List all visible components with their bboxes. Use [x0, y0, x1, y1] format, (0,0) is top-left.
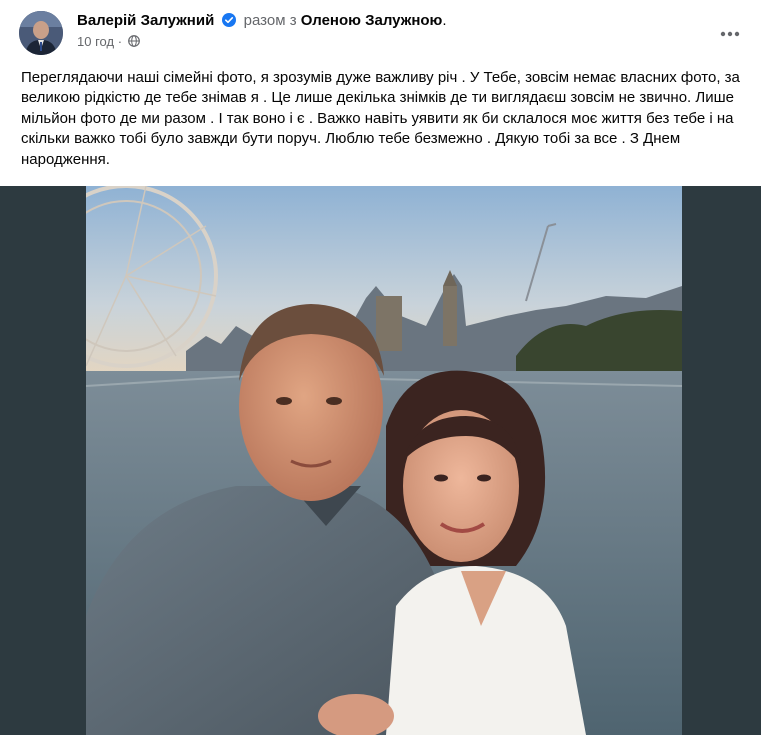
- header-period: .: [442, 12, 447, 29]
- more-horizontal-icon: [720, 31, 740, 37]
- verified-badge-icon: [222, 13, 237, 27]
- tagged-person-name[interactable]: Оленою Залужною: [301, 12, 443, 29]
- post-meta: 10 год ·: [77, 33, 140, 51]
- meta-separator: ·: [117, 34, 123, 49]
- post-author-line: Валерій Залужний разом з Оленою Залужною…: [77, 11, 447, 31]
- more-options-button[interactable]: [712, 16, 748, 52]
- post-header: Валерій Залужний разом з Оленою Залужною…: [0, 0, 761, 66]
- author-name[interactable]: Валерій Залужний: [77, 12, 214, 29]
- globe-icon: [127, 34, 140, 47]
- post-photo[interactable]: [86, 186, 682, 735]
- photo-container: [0, 186, 761, 735]
- author-avatar[interactable]: [19, 11, 63, 55]
- post-timestamp[interactable]: 10 год: [77, 34, 114, 49]
- post-body-text: Переглядаючи наші сімейні фото, я зрозум…: [21, 69, 740, 168]
- with-label: разом з: [243, 12, 297, 29]
